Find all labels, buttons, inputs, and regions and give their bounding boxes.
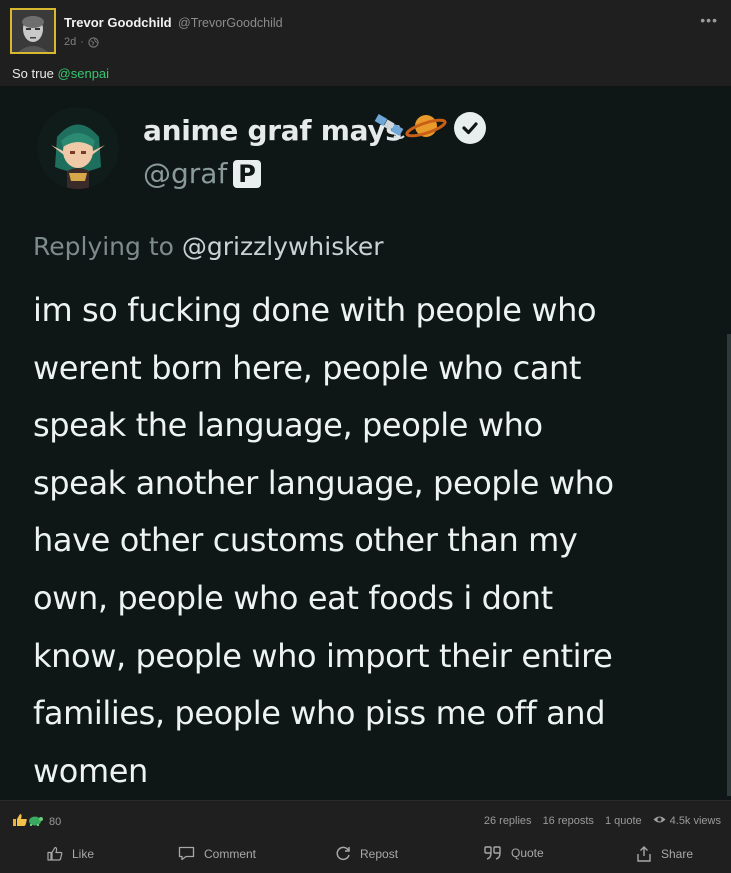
engagement-counts: 26 replies 16 reposts 1 quote 4.5k views: [484, 815, 721, 827]
quote-label: Quote: [511, 846, 544, 860]
embedded-scrollbar: [727, 334, 731, 796]
embedded-text-line: women: [33, 751, 148, 790]
comment-button[interactable]: Comment: [178, 846, 256, 861]
author-handle[interactable]: @TrevorGoodchild: [178, 16, 283, 30]
ringed-planet-icon: [405, 115, 447, 138]
post-meta: 2d ·: [64, 36, 99, 48]
repost-button[interactable]: Repost: [335, 846, 398, 861]
repost-label: Repost: [360, 846, 399, 861]
embedded-text-line: werent born here, people who cant: [33, 348, 582, 387]
verified-badge-icon: [454, 112, 486, 144]
embedded-text-line: own, people who eat foods i dont: [33, 578, 553, 617]
views-count: 4.5k views: [653, 815, 721, 827]
embedded-text-line: know, people who import their entire: [33, 636, 613, 675]
eye-icon: [653, 815, 666, 827]
like-icon: [47, 846, 63, 861]
like-button[interactable]: Like: [47, 846, 94, 861]
share-label: Share: [661, 847, 694, 861]
reaction-count: 80: [49, 815, 62, 828]
embedded-screenshot[interactable]: anime graf mays @graf P Replying to @gri…: [0, 86, 731, 800]
meta-separator: ·: [80, 36, 84, 48]
replies-count[interactable]: 26 replies: [484, 815, 532, 827]
share-button[interactable]: Share: [636, 846, 693, 862]
embedded-text-line: families, people who piss me off and: [33, 694, 606, 733]
repost-icon: [335, 846, 351, 861]
post-age[interactable]: 2d: [64, 36, 76, 48]
p-badge-icon: P: [233, 160, 261, 188]
author-name[interactable]: Trevor Goodchild: [64, 15, 172, 30]
replying-prefix: Replying to: [33, 232, 182, 261]
post-text-body: So true: [12, 66, 58, 81]
post-text: So true @senpai: [12, 66, 109, 81]
embedded-avatar: [37, 107, 119, 189]
author-avatar[interactable]: [10, 8, 56, 54]
embedded-text-line: im so fucking done with people who: [33, 291, 597, 329]
embedded-replying-to: Replying to @grizzlywhisker: [33, 232, 383, 261]
quotes-count[interactable]: 1 quote: [605, 815, 642, 827]
comment-icon: [178, 846, 195, 861]
satellite-icon: [374, 114, 405, 139]
views-label: 4.5k views: [669, 815, 721, 827]
comment-label: Comment: [204, 846, 257, 861]
embedded-text-line: speak another language, people who: [33, 463, 614, 502]
globe-icon: [88, 36, 99, 48]
reactions-summary[interactable]: 80: [12, 813, 61, 830]
quote-icon: [484, 846, 502, 860]
replying-handle: @grizzlywhisker: [181, 232, 384, 261]
more-options-button[interactable]: •••: [700, 12, 718, 28]
action-bar: Like Comment Repost Quote Share: [0, 840, 731, 873]
turtle-reaction-icon: [27, 813, 43, 830]
share-icon: [636, 846, 652, 862]
embedded-text-line: have other customs other than my: [33, 521, 578, 560]
embedded-display-name: anime graf mays: [143, 114, 402, 147]
embedded-text-line: speak the language, people who: [33, 406, 543, 445]
embedded-post-text: im so fucking done with people who weren…: [33, 282, 713, 800]
thumbs-up-reaction-icon: [12, 813, 28, 830]
reposts-count[interactable]: 16 reposts: [543, 815, 594, 827]
mention-link[interactable]: @senpai: [58, 66, 110, 81]
satellite-planet-emoji-icon: [374, 110, 448, 151]
post-card: Trevor Goodchild @TrevorGoodchild 2d · •…: [0, 0, 731, 873]
embedded-handle: @graf: [143, 157, 228, 190]
like-label: Like: [72, 846, 95, 861]
stats-row: 80 26 replies 16 reposts 1 quote 4.5k vi…: [0, 800, 731, 840]
quote-button[interactable]: Quote: [484, 846, 544, 860]
